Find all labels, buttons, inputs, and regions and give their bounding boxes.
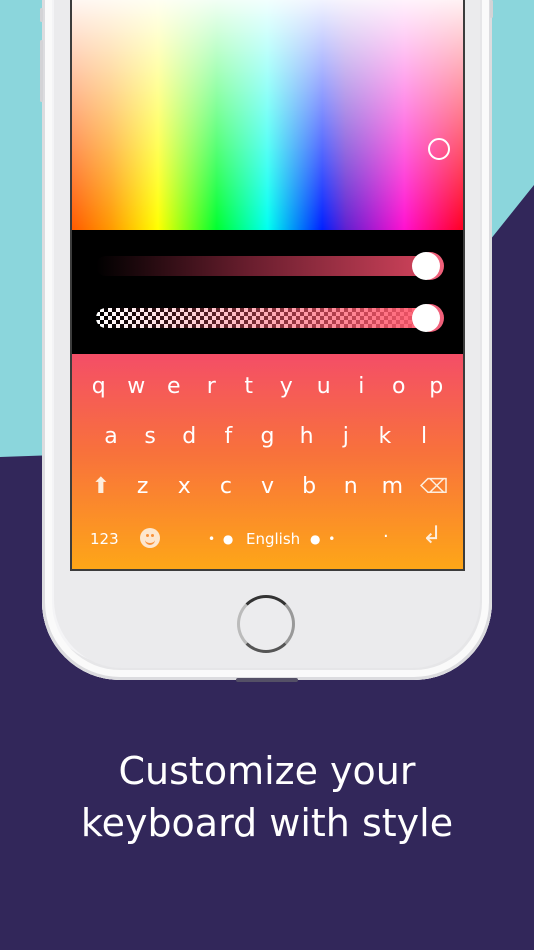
key[interactable]: b	[290, 474, 328, 499]
numbers-key[interactable]: 123	[90, 530, 119, 548]
key[interactable]: r	[193, 374, 231, 399]
return-key-icon[interactable]: ↲	[422, 521, 442, 549]
color-picker-handle[interactable]	[428, 138, 450, 160]
home-button[interactable]	[237, 595, 295, 653]
headline: Customize your keyboard with style	[0, 745, 534, 849]
brightness-slider[interactable]	[96, 252, 440, 280]
key[interactable]: y	[268, 374, 306, 399]
key[interactable]: q	[80, 374, 118, 399]
opacity-slider[interactable]	[96, 304, 440, 332]
key[interactable]: l	[405, 424, 443, 449]
lightning-port	[236, 678, 298, 682]
shift-key-icon[interactable]: ⬆	[82, 474, 120, 499]
opacity-slider-thumb[interactable]	[412, 304, 440, 332]
phone-screen: qwertyuiop asdfghjkl ⬆ z x c v b n m ⌫ 1…	[70, 0, 465, 571]
keyboard-row-3: ⬆ z x c v b n m ⌫	[72, 466, 463, 506]
color-spectrum-picker[interactable]	[72, 0, 463, 230]
key[interactable]: f	[209, 424, 247, 449]
phone-volume-button	[40, 40, 43, 102]
brightness-slider-thumb[interactable]	[412, 252, 440, 280]
language-key[interactable]: English	[246, 530, 300, 548]
phone-power-button	[490, 0, 493, 18]
key[interactable]: z	[124, 474, 162, 499]
keyboard-row-1: qwertyuiop	[72, 366, 463, 406]
key[interactable]: d	[170, 424, 208, 449]
headline-line-1: Customize your	[118, 749, 416, 793]
keyboard-row-2: asdfghjkl	[72, 416, 463, 456]
key[interactable]: v	[249, 474, 287, 499]
keyboard-preview: qwertyuiop asdfghjkl ⬆ z x c v b n m ⌫ 1…	[72, 354, 463, 569]
key[interactable]: s	[131, 424, 169, 449]
key[interactable]: h	[288, 424, 326, 449]
key[interactable]: g	[249, 424, 287, 449]
page-dots-right: ● •	[310, 532, 338, 546]
key[interactable]: u	[305, 374, 343, 399]
key[interactable]: w	[118, 374, 156, 399]
key[interactable]: i	[343, 374, 381, 399]
phone-side-button	[40, 8, 43, 22]
key[interactable]: t	[230, 374, 268, 399]
key[interactable]: j	[327, 424, 365, 449]
key[interactable]: m	[373, 474, 411, 499]
keyboard-row-4: 123 • ● English ● • . ↲	[72, 519, 463, 559]
key[interactable]: o	[380, 374, 418, 399]
key[interactable]: p	[418, 374, 456, 399]
key[interactable]: a	[92, 424, 130, 449]
page-dots-left: • ●	[208, 532, 236, 546]
key[interactable]: x	[165, 474, 203, 499]
slider-panel	[72, 230, 463, 354]
key[interactable]: k	[366, 424, 404, 449]
emoji-key-icon[interactable]	[140, 528, 160, 548]
headline-line-2: keyboard with style	[80, 801, 454, 845]
period-key[interactable]: .	[383, 521, 389, 542]
key[interactable]: c	[207, 474, 245, 499]
backspace-key-icon[interactable]: ⌫	[415, 474, 453, 498]
key[interactable]: n	[332, 474, 370, 499]
key[interactable]: e	[155, 374, 193, 399]
